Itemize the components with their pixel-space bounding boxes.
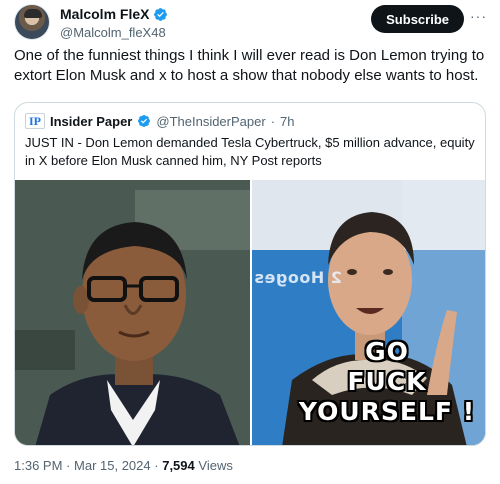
verified-badge-icon — [154, 7, 168, 21]
author-avatar[interactable] — [14, 4, 50, 40]
verified-badge-icon — [138, 115, 151, 127]
subscribe-button[interactable]: Subscribe — [371, 5, 464, 33]
separator-dot: · — [66, 458, 71, 473]
meme-line-3: YOURSELF ! — [298, 397, 476, 426]
author-handle[interactable]: @Malcolm_fleX48 — [60, 25, 168, 40]
tweet-time[interactable]: 1:36 PM — [14, 458, 62, 473]
views-label: Views — [198, 458, 233, 473]
separator-dot: · — [154, 458, 159, 473]
separator-dot: · — [270, 113, 276, 129]
quoted-author-avatar[interactable]: IP — [25, 113, 45, 129]
views-count: 7,594 — [162, 458, 195, 473]
quoted-tweet-time[interactable]: 7h — [280, 114, 294, 129]
quoted-image-right[interactable]: 2 Hooges GO FUCK YOURSELF ! — [252, 180, 485, 445]
author-display-name[interactable]: Malcolm FleX — [60, 6, 149, 22]
quoted-tweet-text: JUST IN - Don Lemon demanded Tesla Cyber… — [25, 135, 475, 168]
quoted-tweet[interactable]: IP Insider Paper @TheInsiderPaper · 7h J… — [14, 102, 486, 446]
quoted-image-left[interactable] — [15, 180, 250, 445]
meme-caption: GO FUCK YOURSELF ! — [272, 337, 485, 427]
quoted-tweet-header: IP Insider Paper @TheInsiderPaper · 7h — [25, 112, 295, 130]
quoted-author-name[interactable]: Insider Paper — [50, 114, 132, 129]
tweet-header: Malcolm FleX @Malcolm_fleX48 Subscribe ·… — [14, 2, 486, 42]
more-options-icon[interactable]: ··· — [470, 8, 486, 28]
tweet-text: One of the funniest things I think I wil… — [14, 47, 485, 84]
background-sign-text: 2 Hooges — [254, 268, 342, 287]
author-info: Malcolm FleX @Malcolm_fleX48 — [60, 5, 168, 40]
tweet-metadata: 1:36 PM · Mar 15, 2024 · 7,594 Views — [14, 458, 233, 473]
portrait-illustration — [15, 180, 250, 445]
meme-line-1: GO — [365, 337, 409, 366]
tweet-date[interactable]: Mar 15, 2024 — [74, 458, 151, 473]
meme-line-2: FUCK — [347, 367, 427, 396]
quoted-author-handle[interactable]: @TheInsiderPaper — [156, 114, 265, 129]
